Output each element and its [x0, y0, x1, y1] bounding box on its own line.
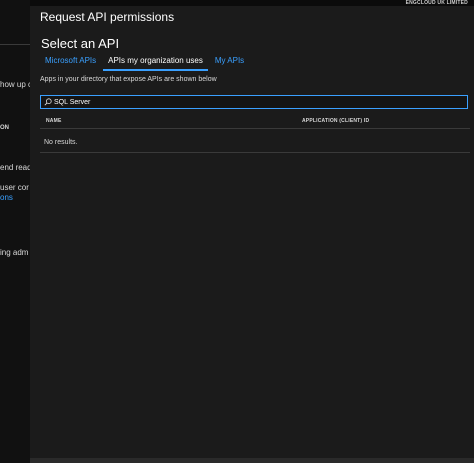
tab-my-apis[interactable]: My APIs — [210, 56, 249, 71]
search-input[interactable] — [52, 96, 467, 108]
api-table: NAME APPLICATION (CLIENT) ID No results. — [40, 112, 470, 153]
section-title: Select an API — [41, 36, 120, 51]
column-header-name[interactable]: NAME — [46, 118, 62, 124]
divider — [0, 44, 30, 45]
background-text: user cor — [0, 183, 29, 192]
tab-apis-my-organization-uses[interactable]: APIs my organization uses — [103, 56, 208, 71]
table-header: NAME APPLICATION (CLIENT) ID — [40, 112, 470, 129]
api-tabs: Microsoft APIs APIs my organization uses… — [40, 56, 251, 71]
search-box[interactable] — [40, 95, 468, 109]
tab-microsoft-apis[interactable]: Microsoft APIs — [40, 56, 101, 71]
search-icon — [44, 98, 52, 106]
request-api-permissions-blade: Request API permissions Select an API Mi… — [30, 6, 474, 458]
horizontal-scrollbar[interactable] — [30, 458, 474, 463]
background-text: ON — [0, 125, 9, 131]
no-results-message: No results. — [44, 139, 78, 146]
background-link[interactable]: ons — [0, 193, 13, 202]
background-page: how up c ON end read c user cor ons ing … — [0, 0, 30, 463]
description-text: Apps in your directory that expose APIs … — [40, 76, 217, 83]
divider — [40, 152, 470, 153]
column-header-client-id[interactable]: APPLICATION (CLIENT) ID — [302, 118, 369, 124]
background-text: how up c — [0, 80, 30, 89]
background-text: end read c — [0, 163, 30, 172]
blade-title: Request API permissions — [40, 10, 175, 24]
background-text: ing adm — [0, 248, 29, 257]
